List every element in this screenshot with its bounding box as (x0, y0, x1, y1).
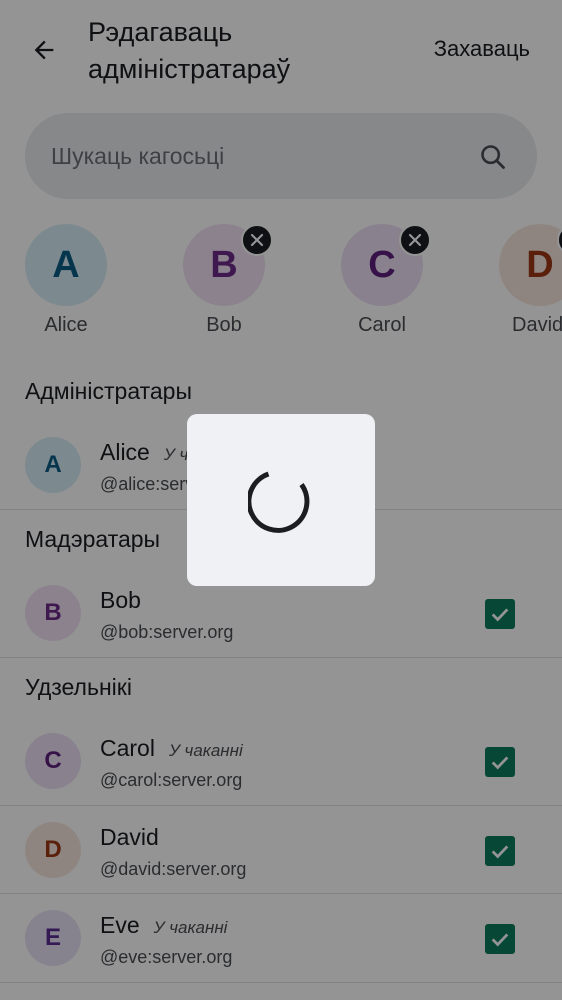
spinner-icon (248, 471, 310, 533)
loading-dialog (187, 414, 375, 586)
